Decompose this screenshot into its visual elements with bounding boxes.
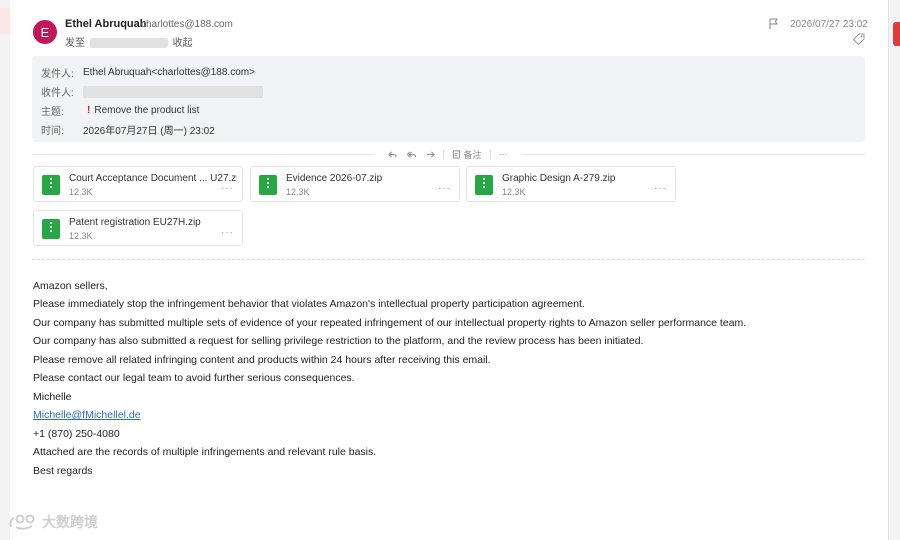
body-line: Please remove all related infringing con…	[33, 354, 491, 366]
body-line: Attached are the records of multiple inf…	[33, 446, 377, 458]
from-value[interactable]: Ethel Abruquah<charlottes@188.com>	[83, 67, 255, 78]
tag-icon[interactable]	[853, 33, 865, 45]
attachment-more-button[interactable]: ···	[438, 183, 451, 194]
from-label: 发件人:	[41, 69, 74, 80]
signature-name: Michelle	[33, 391, 72, 403]
note-button[interactable]: 备注	[447, 148, 486, 161]
zip-file-icon	[42, 175, 60, 195]
important-mark: !	[87, 105, 91, 116]
attachments-divider	[32, 259, 865, 260]
selected-mail-marker	[0, 8, 10, 34]
sender-email[interactable]: charlottes@188.com	[141, 19, 233, 30]
zip-file-icon	[259, 175, 277, 195]
sent-to-line: 发至 收起	[65, 34, 193, 49]
right-panel-edge	[888, 0, 900, 540]
from-row: 发件人: Ethel Abruquah<charlottes@188.com>	[41, 65, 255, 80]
forward-button[interactable]	[421, 150, 440, 159]
more-button[interactable]: ···	[494, 149, 513, 159]
mail-header-box: 发件人: Ethel Abruquah<charlottes@188.com> …	[32, 56, 865, 142]
attachment-more-button[interactable]: ···	[654, 183, 667, 194]
left-panel-edge	[0, 0, 10, 540]
attachment-more-button[interactable]: ···	[221, 227, 234, 238]
watermark: 大数跨境	[8, 512, 98, 532]
watermark-logo-icon	[9, 514, 35, 530]
attachment-name: Graphic Design A-279.zip	[502, 173, 616, 184]
phone-number: +1 (870) 250-4080	[33, 428, 120, 440]
attachment-size: 12.3K	[286, 187, 310, 197]
email-link[interactable]: Michelle@fMichellel.de	[33, 409, 141, 421]
closing-line: Best regards	[33, 465, 93, 477]
right-red-tag[interactable]	[893, 22, 900, 46]
body-line: Our company has submitted multiple sets …	[33, 317, 747, 329]
collapse-link[interactable]: 收起	[173, 38, 193, 49]
watermark-text: 大数跨境	[42, 514, 98, 530]
body-line: Please contact our legal team to avoid f…	[33, 372, 355, 384]
zip-file-icon	[475, 175, 493, 195]
toolbar-separator	[443, 149, 445, 159]
attachment-size: 12.3K	[502, 187, 526, 197]
sent-to-prefix: 发至	[65, 38, 85, 49]
zip-file-icon	[42, 219, 60, 239]
subject-row: 主题: ! Remove the product list	[41, 103, 199, 118]
reply-icon	[388, 150, 398, 158]
attachment-size: 12.3K	[69, 231, 93, 241]
toolbar-separator	[489, 149, 491, 159]
attachment-name: Court Acceptance Document ... U27.zip	[69, 173, 237, 184]
attachment-size: 12.3K	[69, 187, 93, 197]
reply-button[interactable]	[383, 150, 402, 159]
attachment-card[interactable]: Graphic Design A-279.zip 12.3K ···	[466, 166, 676, 202]
body-line: Please immediately stop the infringement…	[33, 298, 585, 310]
time-label: 时间:	[41, 126, 64, 137]
subject-value: Remove the product list	[94, 105, 200, 116]
note-label: 备注	[463, 149, 482, 160]
sender-avatar[interactable]: E	[33, 20, 57, 44]
recipient-redacted	[89, 38, 168, 49]
reply-all-button[interactable]	[402, 150, 421, 159]
to-label: 收件人:	[41, 88, 74, 99]
reply-all-icon	[407, 151, 417, 157]
attachment-card[interactable]: Court Acceptance Document ... U27.zip 12…	[33, 166, 243, 202]
to-value-redacted	[83, 85, 263, 98]
flag-icon[interactable]	[768, 18, 780, 30]
attachment-more-button[interactable]: ···	[221, 183, 234, 194]
body-line: Amazon sellers,	[33, 280, 108, 292]
to-row: 收件人:	[41, 84, 263, 99]
attachment-card[interactable]: Evidence 2026-07.zip 12.3K ···	[250, 166, 460, 202]
forward-icon	[427, 150, 436, 158]
attachment-card[interactable]: Patent registration EU27H.zip 12.3K ···	[33, 210, 243, 246]
header-date: 2026/07/27 23:02	[790, 19, 868, 30]
time-value: 2026年07月27日 (周一) 23:02	[83, 126, 215, 137]
attachment-name: Evidence 2026-07.zip	[286, 173, 383, 184]
body-line: Our company has also submitted a request…	[33, 335, 644, 347]
attachment-name: Patent registration EU27H.zip	[69, 217, 201, 228]
sender-name[interactable]: Ethel Abruquah	[65, 18, 146, 30]
mail-toolbar: 备注 ···	[374, 146, 522, 162]
time-row: 时间: 2026年07月27日 (周一) 23:02	[41, 122, 215, 137]
subject-label: 主题:	[41, 107, 64, 118]
note-icon	[453, 149, 461, 159]
